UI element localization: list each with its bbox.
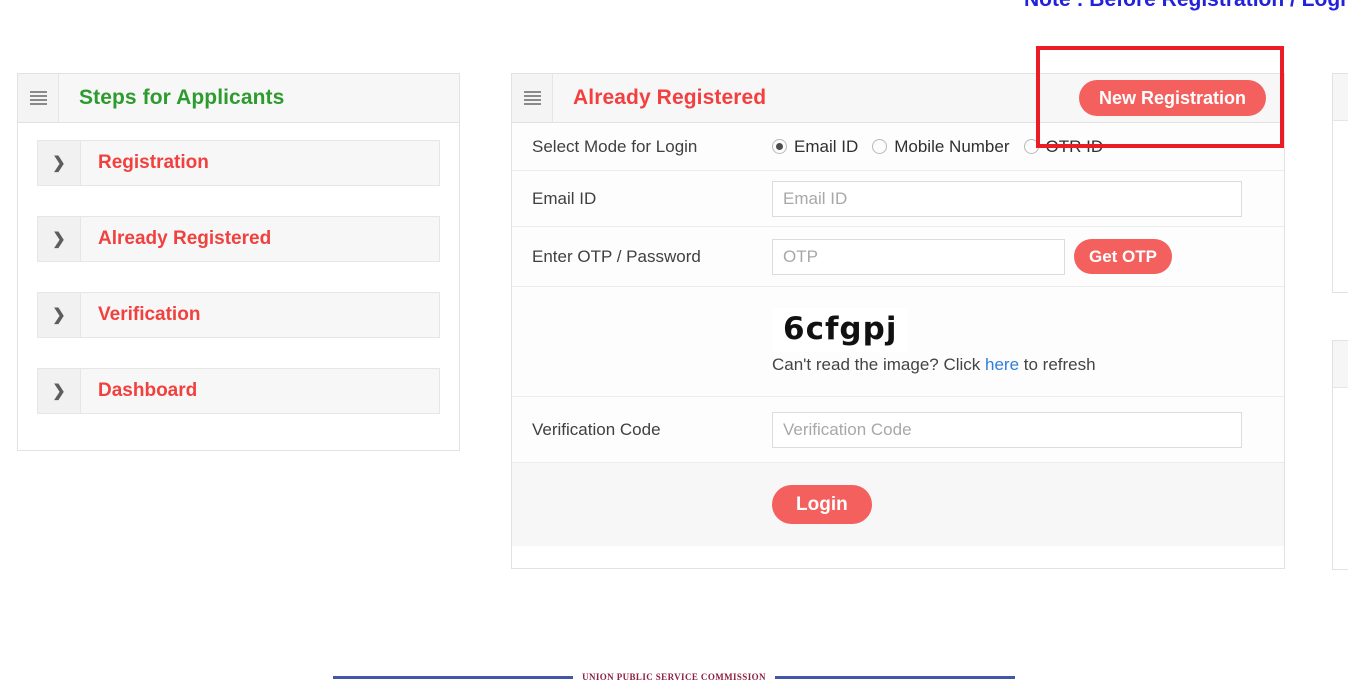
radio-unselected-icon <box>872 139 888 154</box>
captcha-refresh-hint: Can't read the image? Click here to refr… <box>772 355 1096 375</box>
radio-option-email-id[interactable]: Email ID <box>772 137 858 157</box>
sidebar-item-verification[interactable]: ❯ Verification <box>37 292 440 338</box>
captcha-hint-after: to refresh <box>1019 355 1096 375</box>
captcha-block: 6cfgpj Can't read the image? Click here … <box>772 307 1096 376</box>
steps-list: ❯ Registration ❯ Already Registered ❯ Ve… <box>18 123 459 431</box>
get-otp-button[interactable]: Get OTP <box>1074 239 1173 274</box>
select-mode-row: Select Mode for Login Email ID Mobile Nu… <box>512 123 1284 171</box>
radio-label: Email ID <box>794 136 859 156</box>
right-edge-panel-bottom-header <box>1333 341 1348 388</box>
sidebar-item-dashboard[interactable]: ❯ Dashboard <box>37 368 440 414</box>
login-button[interactable]: Login <box>772 485 872 524</box>
new-registration-button-wrap: New Registration <box>1078 80 1266 116</box>
hamburger-icon <box>29 90 47 106</box>
select-mode-label: Select Mode for Login <box>532 136 698 156</box>
steps-panel-header: Steps for Applicants <box>18 74 459 123</box>
login-submit-row: Login <box>512 463 1284 546</box>
sidebar-item-registration[interactable]: ❯ Registration <box>37 140 440 186</box>
page-footer: UNION PUBLIC SERVICE COMMISSION <box>0 672 1348 682</box>
captcha-row: 6cfgpj Can't read the image? Click here … <box>512 287 1284 397</box>
email-id-field <box>772 180 1264 217</box>
page-note-banner: Note : Before Registration / Logi <box>0 0 1348 12</box>
radio-option-mobile-number[interactable]: Mobile Number <box>872 136 1010 157</box>
otp-password-row: Enter OTP / Password Get OTP <box>512 227 1284 287</box>
login-panel-menu-button[interactable] <box>512 74 553 122</box>
select-mode-field: Email ID Mobile Number OTR ID <box>772 137 1264 157</box>
email-input[interactable] <box>772 180 1242 217</box>
email-id-row: Email ID <box>512 171 1284 227</box>
radio-label: Mobile Number <box>894 136 1010 156</box>
login-panel-title: Already Registered <box>573 86 767 109</box>
radio-label: OTR ID <box>1045 136 1104 156</box>
chevron-right-icon: ❯ <box>38 141 81 185</box>
verification-code-label: Verification Code <box>532 419 661 439</box>
sidebar-item-label: Dashboard <box>81 369 439 413</box>
captcha-image: 6cfgpj <box>773 307 908 353</box>
radio-option-otr-id[interactable]: OTR ID <box>1023 136 1104 157</box>
footer-organization-name: UNION PUBLIC SERVICE COMMISSION <box>582 672 766 682</box>
right-edge-panel-top-header <box>1333 74 1348 121</box>
new-registration-button[interactable]: New Registration <box>1078 80 1266 116</box>
right-edge-panel-top <box>1332 73 1348 293</box>
right-edge-panel-bottom <box>1332 340 1348 570</box>
chevron-right-icon: ❯ <box>38 369 81 413</box>
otp-password-label: Enter OTP / Password <box>532 246 701 266</box>
radio-selected-icon <box>772 139 787 154</box>
verification-code-field <box>772 411 1264 448</box>
chevron-right-icon: ❯ <box>38 293 81 337</box>
footer-rule-left <box>333 675 574 679</box>
login-mode-radio-group: Email ID Mobile Number OTR ID <box>772 137 1117 157</box>
captcha-refresh-link[interactable]: here <box>985 355 1019 374</box>
sidebar-item-already-registered[interactable]: ❯ Already Registered <box>37 216 440 262</box>
verification-code-row: Verification Code <box>512 397 1284 463</box>
email-id-label: Email ID <box>532 188 597 208</box>
sidebar-item-label: Verification <box>81 293 439 337</box>
radio-unselected-icon <box>1023 139 1039 154</box>
hamburger-icon <box>523 90 541 106</box>
steps-for-applicants-panel: Steps for Applicants ❯ Registration ❯ Al… <box>17 73 460 451</box>
steps-panel-menu-button[interactable] <box>18 74 59 122</box>
captcha-field: 6cfgpj Can't read the image? Click here … <box>772 307 1264 376</box>
verification-code-input[interactable] <box>772 411 1242 448</box>
sidebar-item-label: Already Registered <box>81 217 439 261</box>
login-panel-header: Already Registered New Registration <box>512 74 1284 123</box>
footer-rule-right <box>774 675 1015 679</box>
otp-input[interactable] <box>772 238 1065 275</box>
chevron-right-icon: ❯ <box>38 217 81 261</box>
already-registered-login-panel: Already Registered New Registration Sele… <box>511 73 1285 569</box>
otp-password-field: Get OTP <box>772 238 1264 275</box>
steps-panel-title: Steps for Applicants <box>79 86 285 109</box>
captcha-hint-before: Can't read the image? Click <box>772 355 986 375</box>
sidebar-item-label: Registration <box>81 141 439 185</box>
